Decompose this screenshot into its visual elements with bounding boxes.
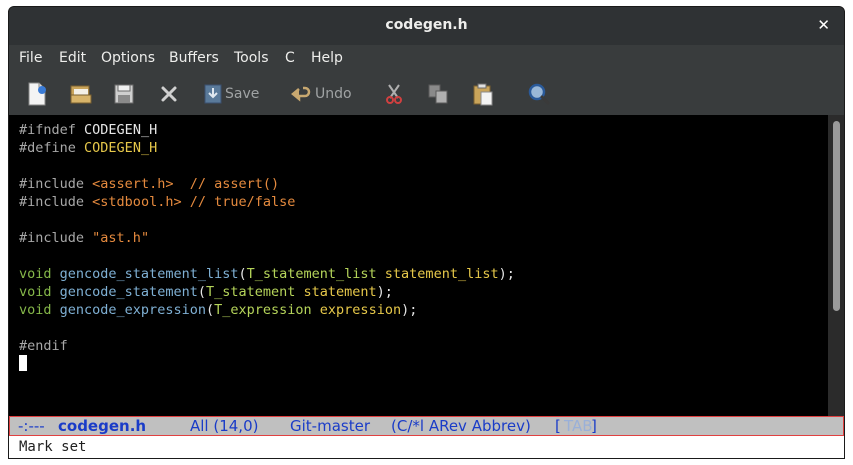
code-line-13: #endif [19, 337, 68, 355]
menu-options[interactable]: Options [101, 50, 155, 66]
editor-buffer[interactable]: #ifndef CODEGEN_H #define CODEGEN_H #inc… [9, 115, 828, 417]
preprocessor-directive: #include [19, 194, 85, 210]
param-type: T_expression [214, 302, 312, 318]
cut-button[interactable] [384, 81, 404, 107]
buffer-status: -:--- [18, 417, 45, 435]
copy-icon [428, 84, 448, 104]
open-folder-button[interactable] [69, 81, 93, 107]
type-keyword: void [19, 302, 52, 318]
echo-message: Mark set [19, 439, 87, 455]
mode-line: -:--- codegen.h All (14,0) Git-master (C… [9, 416, 844, 436]
code-line-4: #include <assert.h> // assert() [19, 175, 279, 193]
preprocessor-directive: #define [19, 140, 76, 156]
tool-bar: Save Undo [9, 73, 844, 115]
code-line-2: #define CODEGEN_H [19, 139, 157, 157]
undo-icon [291, 86, 311, 102]
buffer-position: All (14,0) [190, 417, 259, 435]
paste-button[interactable] [472, 81, 494, 107]
code-line-10: void gencode_statement(T_statement state… [19, 284, 393, 300]
param-name: expression [319, 302, 402, 318]
code-line-9: void gencode_statement_list(T_statement_… [19, 266, 515, 282]
extra-bracket-open: [ [555, 417, 561, 435]
x-icon [161, 86, 177, 102]
floppy-icon [114, 84, 134, 104]
extra-bracket-close: ] [591, 417, 597, 435]
preprocessor-directive: #include [19, 230, 85, 246]
macro-name: CODEGEN_H [84, 140, 158, 156]
include-file: "ast.h" [92, 230, 150, 246]
title-bar: codegen.h ✕ [9, 7, 844, 45]
param-name: statement [303, 284, 377, 300]
close-buffer-button[interactable] [159, 81, 179, 107]
include-file: <assert.h> [92, 176, 174, 192]
preprocessor-directive: #endif [19, 338, 68, 354]
major-minor-modes[interactable]: (C/*l ARev Abbrev) [391, 417, 531, 435]
echo-area: Mark set [9, 436, 844, 458]
include-file: <stdbool.h> [92, 194, 182, 210]
code-line-5: #include <stdbool.h> // true/false [19, 193, 295, 211]
menu-tools[interactable]: Tools [234, 50, 269, 66]
undo-label: Undo [315, 86, 352, 102]
function-name: gencode_expression [59, 302, 206, 318]
scrollbar[interactable] [828, 115, 844, 417]
param-type: T_statement_list [246, 266, 377, 282]
emacs-window: codegen.h ✕ File Edit Options Buffers To… [8, 6, 845, 459]
new-file-icon [28, 82, 46, 106]
new-file-button[interactable] [26, 81, 48, 107]
folder-icon [70, 85, 92, 104]
save-file-button[interactable] [113, 81, 135, 107]
save-icon [204, 84, 222, 104]
code-line-7: #include "ast.h" [19, 229, 149, 247]
close-icon[interactable]: ✕ [817, 16, 830, 34]
clipboard-icon [473, 83, 493, 106]
param-name: statement_list [384, 266, 499, 282]
preprocessor-directive: #ifndef [19, 122, 76, 138]
scissors-icon [386, 84, 402, 104]
window-title: codegen.h [385, 17, 468, 33]
save-button[interactable]: Save [203, 81, 259, 107]
macro-name: CODEGEN_H [84, 122, 158, 138]
menu-file[interactable]: File [19, 50, 42, 66]
buffer-name[interactable]: codegen.h [58, 417, 146, 435]
menu-buffers[interactable]: Buffers [169, 50, 219, 66]
function-name: gencode_statement_list [59, 266, 239, 282]
save-label: Save [225, 86, 260, 102]
search-icon [528, 83, 550, 105]
code-line-1: #ifndef CODEGEN_H [19, 121, 157, 139]
param-type: T_statement [205, 284, 296, 300]
menu-help[interactable]: Help [311, 50, 343, 66]
menu-edit[interactable]: Edit [59, 50, 86, 66]
type-keyword: void [19, 284, 52, 300]
preprocessor-directive: #include [19, 176, 85, 192]
menu-c[interactable]: C [285, 50, 295, 66]
extra-status: TAB [564, 417, 593, 435]
text-cursor [19, 355, 27, 371]
type-keyword: void [19, 266, 52, 282]
menu-bar: File Edit Options Buffers Tools C Help [9, 45, 844, 73]
code-comment: // true/false [189, 194, 296, 210]
search-button[interactable] [527, 81, 551, 107]
function-name: gencode_statement [59, 284, 198, 300]
code-comment: // assert() [189, 176, 280, 192]
code-line-11: void gencode_expression(T_expression exp… [19, 302, 418, 318]
scrollbar-thumb[interactable] [833, 121, 840, 311]
vc-branch[interactable]: Git-master [290, 417, 370, 435]
copy-button[interactable] [427, 81, 449, 107]
undo-button[interactable]: Undo [291, 81, 352, 107]
